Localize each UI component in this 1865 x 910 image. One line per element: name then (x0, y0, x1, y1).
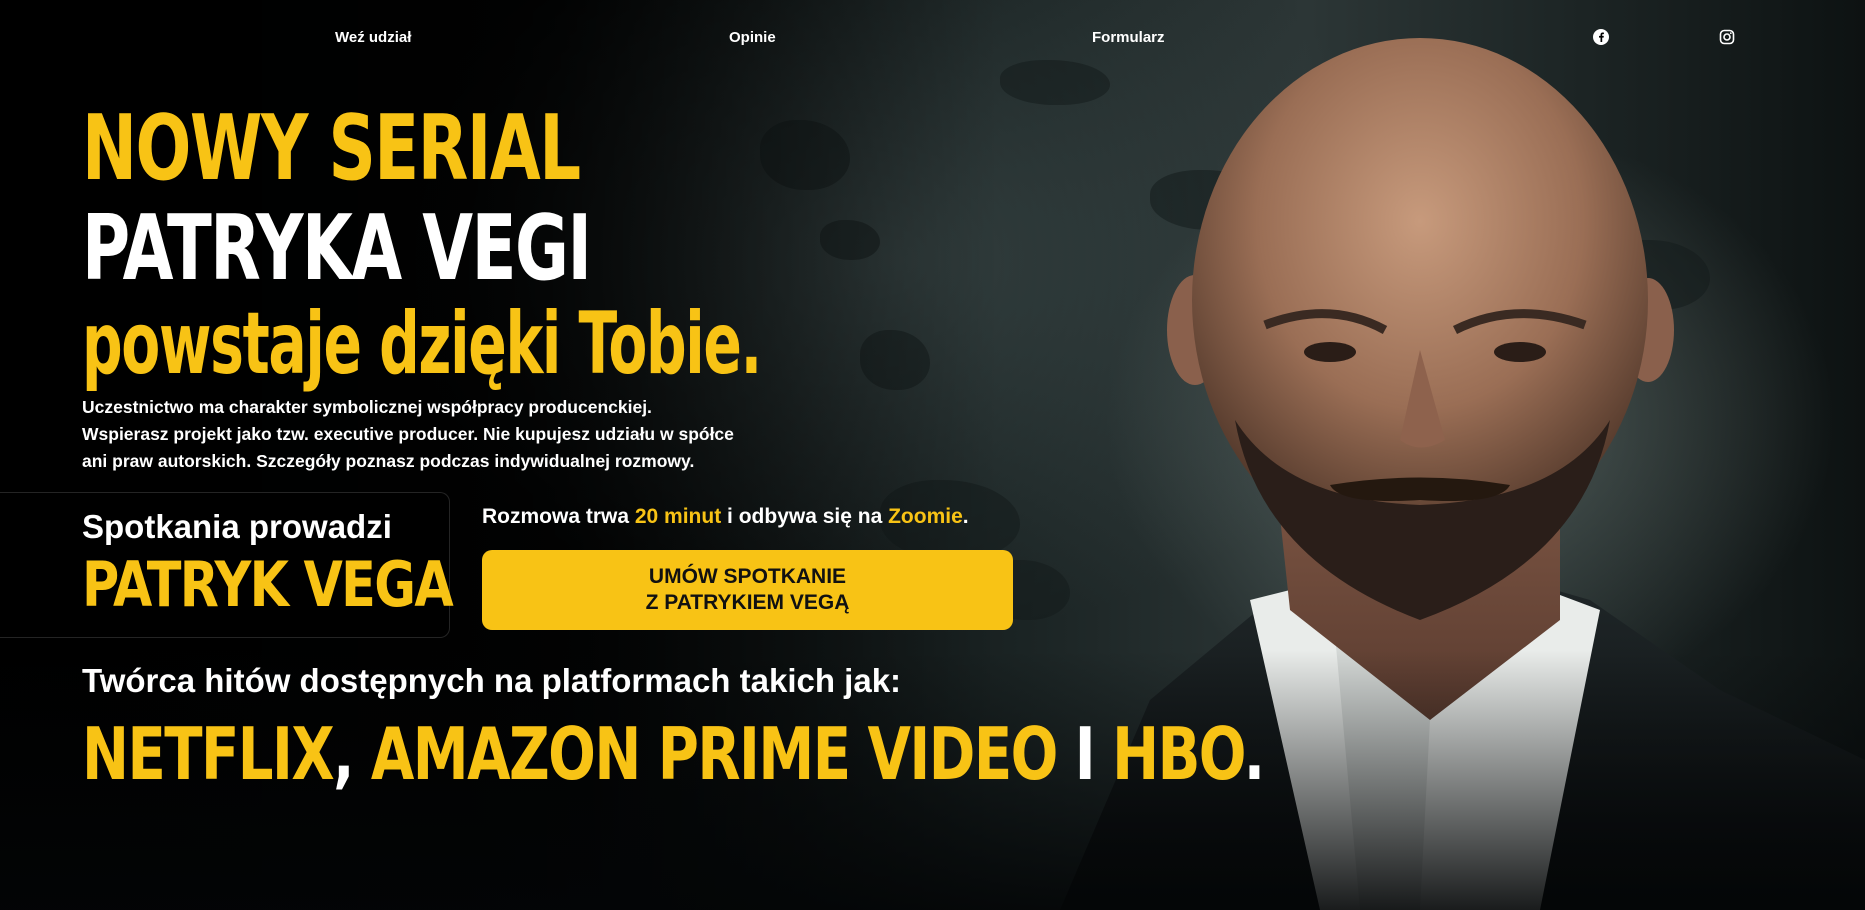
platform-end: . (1243, 712, 1265, 796)
hero-line-2: PATRYKA VEGI (82, 196, 592, 301)
description-line: Wspierasz projekt jako tzw. executive pr… (82, 424, 734, 444)
nav-item-formularz[interactable]: Formularz (1092, 29, 1165, 46)
instagram-icon[interactable] (1719, 29, 1735, 45)
cta-line-2: Z PATRYKIEM VEGĄ (645, 591, 850, 614)
book-meeting-button[interactable]: UMÓW SPOTKANIE Z PATRYKIEM VEGĄ (482, 550, 1013, 630)
nav-item-wez-udzial[interactable]: Weź udział (335, 29, 411, 46)
description-line: Uczestnictwo ma charakter symbolicznej w… (82, 397, 652, 417)
platform-separator: , (333, 712, 371, 796)
meeting-middle: i odbywa się na (721, 505, 889, 528)
platform-separator: I (1056, 712, 1113, 796)
nav-item-opinie[interactable]: Opinie (729, 29, 776, 46)
platform-amazon: AMAZON PRIME VIDEO (370, 712, 1058, 796)
platform-hbo: HBO (1112, 712, 1245, 796)
meeting-info: Rozmowa trwa 20 minut i odbywa się na Zo… (482, 505, 969, 529)
platform-netflix: NETFLIX (82, 712, 335, 796)
host-name: PATRYK VEGA (82, 548, 454, 621)
creator-text: Twórca hitów dostępnych na platformach t… (82, 662, 902, 699)
meeting-platform: Zoomie (888, 505, 963, 528)
hero-line-1: NOWY SERIAL (82, 96, 581, 201)
hero-description: Uczestnictwo ma charakter symbolicznej w… (82, 394, 822, 475)
host-label: Spotkania prowadzi (82, 508, 392, 545)
platforms-list: NETFLIX, AMAZON PRIME VIDEO I HBO. (82, 712, 1265, 796)
meeting-suffix: . (962, 505, 969, 528)
hero-line-3: powstaje dzięki Tobie. (82, 294, 762, 394)
meeting-prefix: Rozmowa trwa (482, 505, 635, 528)
description-line: ani praw autorskich. Szczegóły poznasz p… (82, 451, 695, 471)
cta-line-1: UMÓW SPOTKANIE (648, 565, 847, 588)
meeting-duration: 20 minut (634, 505, 722, 528)
facebook-icon[interactable] (1593, 29, 1609, 45)
